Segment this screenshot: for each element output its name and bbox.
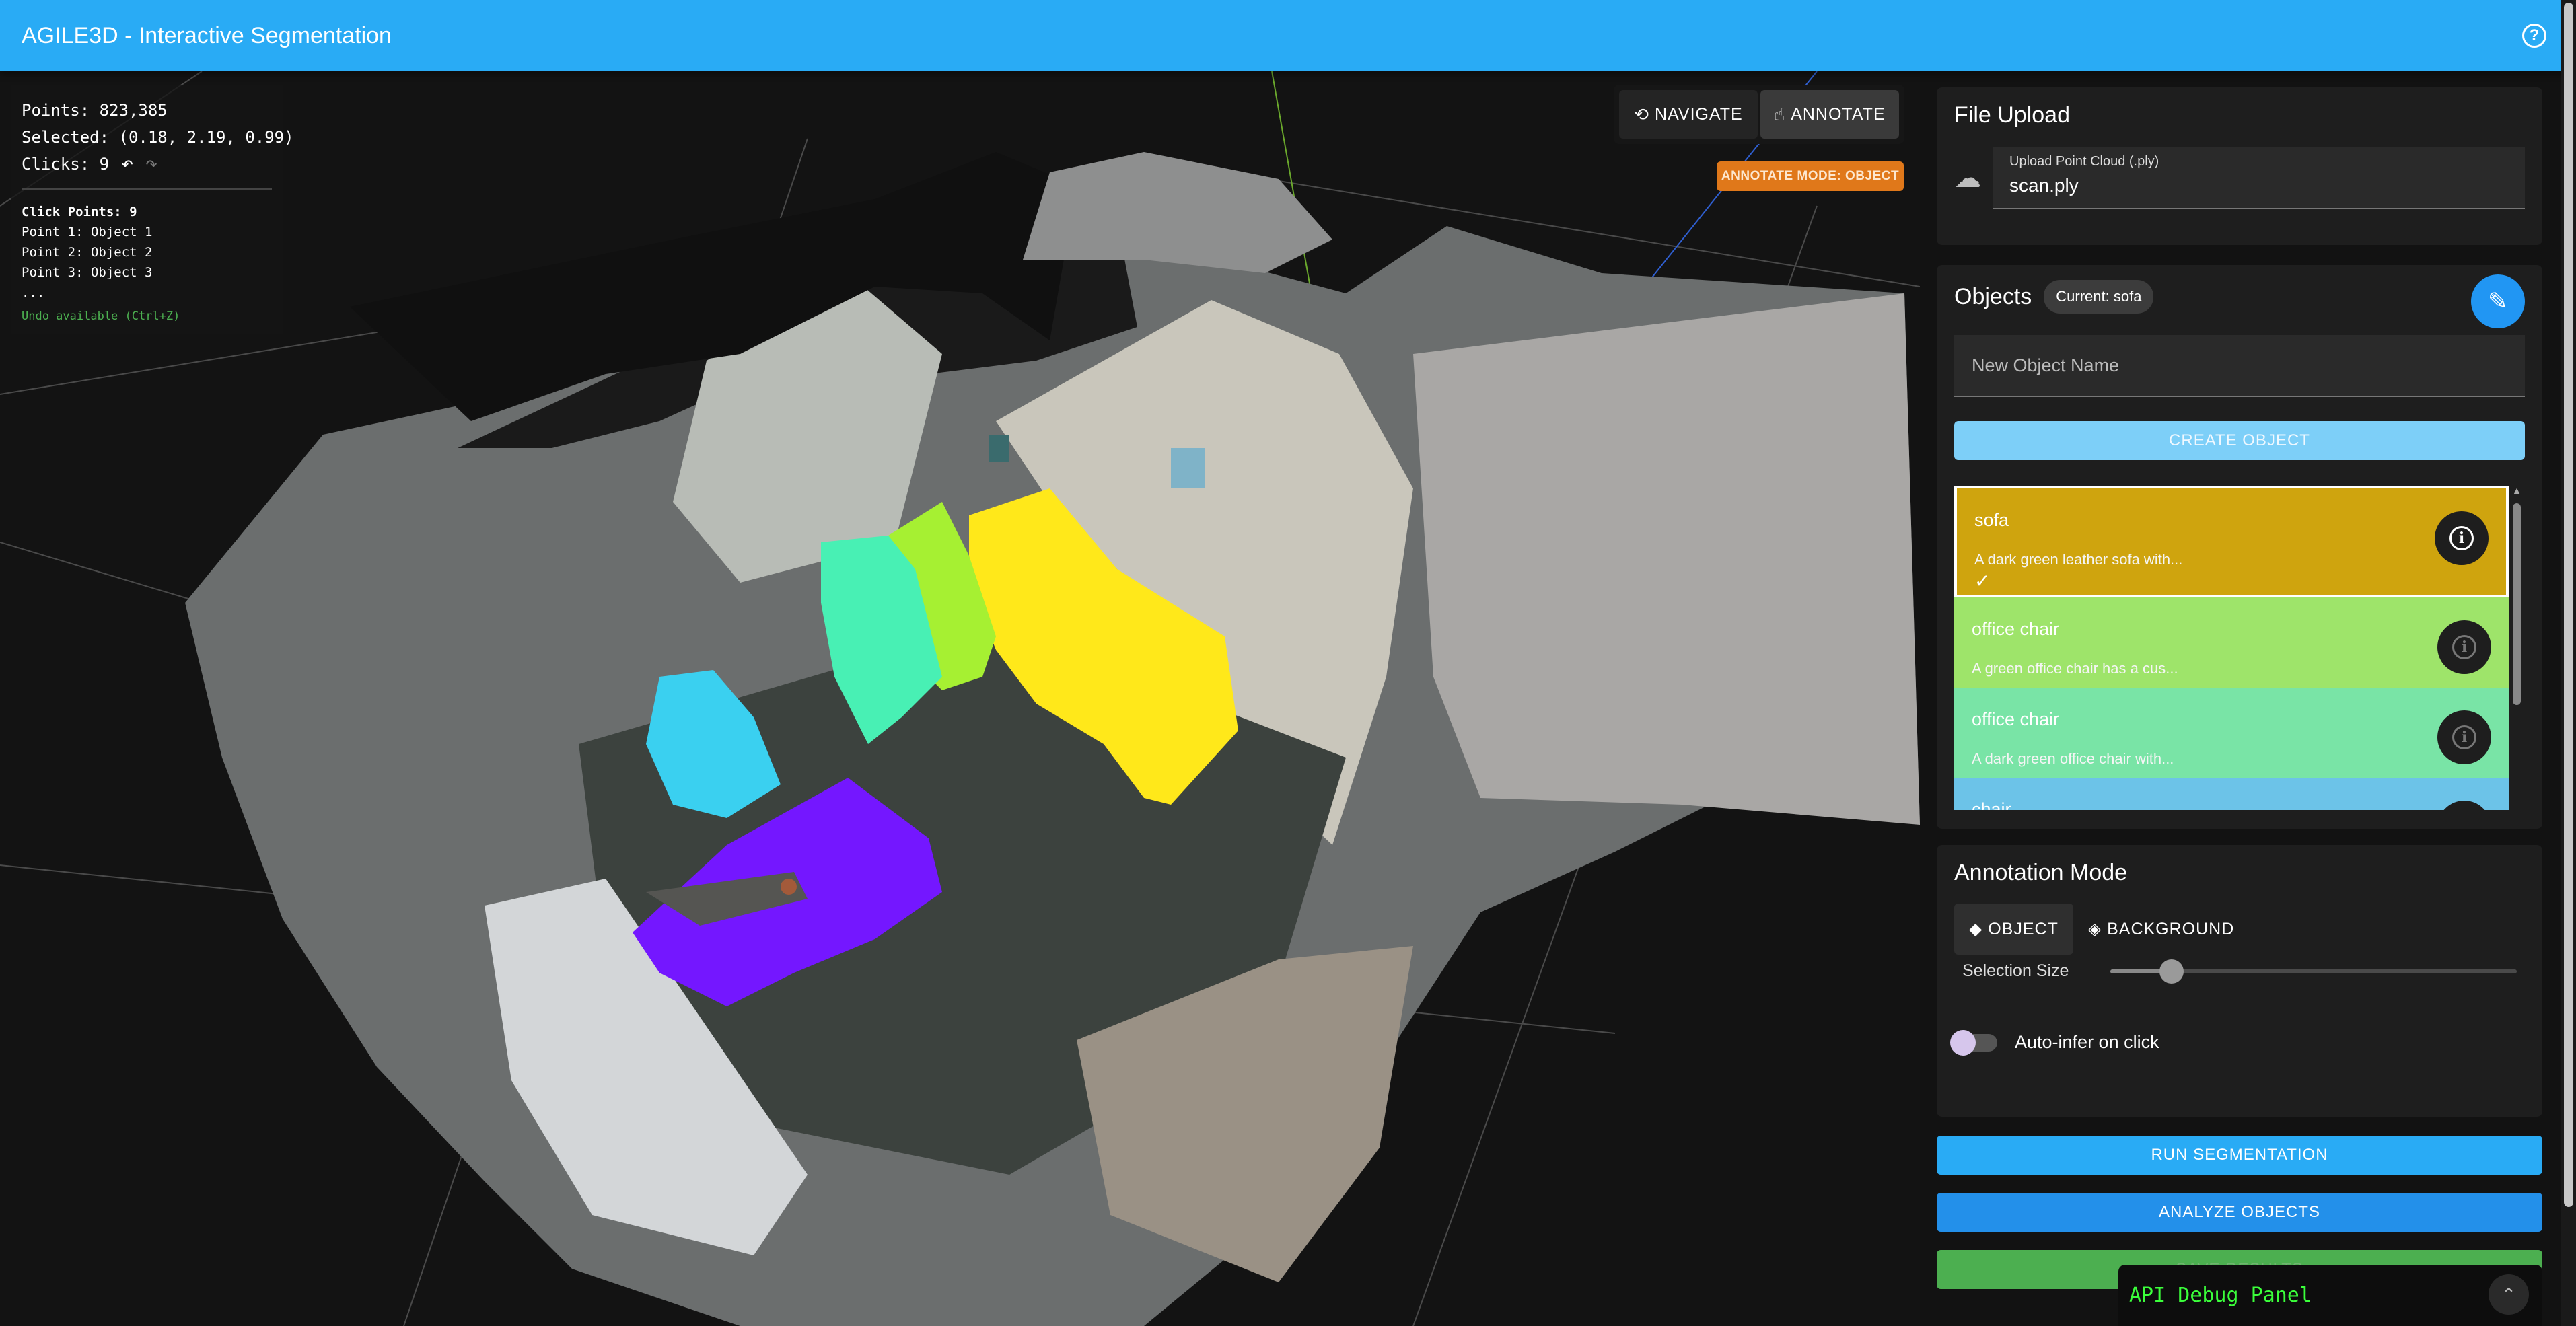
auto-infer-switch[interactable]	[1950, 1029, 1997, 1056]
shapes-icon: ◆	[1969, 920, 1983, 938]
chevron-up-icon[interactable]: ⌃	[2489, 1274, 2529, 1315]
selection-size-thumb[interactable]	[2159, 959, 2184, 984]
object-name: chair	[1972, 799, 2011, 810]
navigate-label: NAVIGATE	[1655, 104, 1743, 124]
eraser-icon: ◈	[2087, 920, 2102, 938]
point-cloud-file-input[interactable]: Upload Point Cloud (.ply) scan.ply	[1993, 147, 2525, 209]
click-marker	[781, 879, 797, 895]
page-scrollbar[interactable]	[2561, 0, 2576, 1326]
point-cloud-viewport[interactable]: Points: 823,385 Selected: (0.18, 2.19, 0…	[0, 71, 1920, 1326]
annotation-mode-title: Annotation Mode	[1954, 860, 2128, 885]
file-upload-title: File Upload	[1954, 102, 2070, 128]
points-count: Points: 823,385	[22, 101, 168, 120]
analyze-objects-button[interactable]: ANALYZE OBJECTS	[1937, 1193, 2542, 1232]
chat-bubble-icon[interactable]: ✎	[2471, 274, 2525, 328]
cloud-upload-icon[interactable]: ☁	[1954, 163, 1993, 194]
annotate-mode-chip: ANNOTATE MODE: OBJECT	[1717, 161, 1904, 191]
scroll-up-icon[interactable]: ▲	[2509, 486, 2525, 498]
object-item-chair[interactable]: chair i	[1954, 778, 2509, 810]
viewer-info-panel: Points: 823,385 Selected: (0.18, 2.19, 0…	[11, 85, 294, 334]
objects-title: Objects	[1954, 283, 2032, 309]
info-icon[interactable]: i	[2435, 511, 2489, 565]
objects-panel: Objects Current: sofa ✎ New Object Name …	[1937, 265, 2542, 829]
navigate-button[interactable]: ⟲ NAVIGATE	[1619, 90, 1758, 139]
new-object-name-input[interactable]: New Object Name	[1954, 335, 2525, 397]
page-scrollbar-thumb[interactable]	[2564, 3, 2573, 1207]
object-name: office chair	[1972, 709, 2060, 729]
file-input-value: scan.ply	[2009, 175, 2079, 196]
current-object-chip: Current: sofa	[2044, 280, 2154, 314]
room-point-cloud	[185, 152, 1920, 1326]
object-list[interactable]: sofa A dark green leather sofa with... ✓…	[1954, 486, 2525, 810]
help-circle-icon[interactable]: ?	[2522, 24, 2546, 48]
click-point-item: Point 3: Object 3	[22, 265, 153, 280]
selection-size-slider[interactable]	[2110, 959, 2517, 984]
object-description: A green office chair has a cus...	[1972, 660, 2178, 677]
api-debug-panel[interactable]: API Debug Panel ⌃	[2118, 1265, 2542, 1326]
create-object-button[interactable]: CREATE OBJECT	[1954, 421, 2525, 460]
annotation-mode-panel: Annotation Mode ◆ OBJECT ◈ BACKGROUND Se…	[1937, 845, 2542, 1117]
annotate-label: ANNOTATE	[1791, 104, 1886, 124]
click-point-item: Point 1: Object 1	[22, 225, 153, 240]
info-divider	[22, 188, 272, 190]
background-mode-button[interactable]: ◈ BACKGROUND	[2073, 904, 2249, 955]
touch-click-icon: ☝	[1774, 104, 1786, 124]
rotate-3d-icon: ⟲	[1634, 104, 1650, 124]
file-upload-panel: File Upload ☁ Upload Point Cloud (.ply) …	[1937, 87, 2542, 245]
selected-coordinate: Selected: (0.18, 2.19, 0.99)	[22, 128, 294, 147]
click-points-title: Click Points: 9	[22, 205, 137, 219]
object-description: A dark green leather sofa with...	[1974, 551, 2183, 568]
object-item-sofa[interactable]: sofa A dark green leather sofa with... ✓…	[1954, 486, 2509, 597]
clicks-count: Clicks: 9	[22, 155, 110, 174]
file-input-label: Upload Point Cloud (.ply)	[2009, 154, 2159, 169]
undo-icon[interactable]: ↶	[121, 151, 133, 178]
info-icon[interactable]: i	[2437, 710, 2491, 764]
object-list-scroll-thumb[interactable]	[2513, 503, 2521, 705]
object-name: office chair	[1972, 619, 2060, 639]
click-point-more: ...	[22, 285, 45, 300]
object-name: sofa	[1974, 510, 2009, 530]
switch-thumb	[1950, 1029, 1976, 1056]
object-item-office-chair[interactable]: office chair A green office chair has a …	[1954, 597, 2509, 688]
object-item-office-chair-2[interactable]: office chair A dark green office chair w…	[1954, 688, 2509, 778]
info-icon[interactable]: i	[2437, 620, 2491, 674]
object-description: A dark green office chair with...	[1972, 750, 2174, 767]
clicks-row: Clicks: 9 ↶ ↷	[22, 151, 272, 178]
object-mode-button[interactable]: ◆ OBJECT	[1954, 904, 2073, 955]
click-point-item: Point 2: Object 2	[22, 245, 153, 260]
auto-infer-label: Auto-infer on click	[2015, 1032, 2159, 1052]
api-debug-label: API Debug Panel	[2129, 1284, 2312, 1307]
point-cloud-scene[interactable]	[0, 71, 1920, 1326]
selection-size-label: Selection Size	[1962, 961, 2069, 980]
app-title: AGILE3D - Interactive Segmentation	[22, 22, 392, 48]
object-mode-label: OBJECT	[1988, 919, 2059, 938]
redo-icon[interactable]: ↷	[145, 151, 157, 178]
app-bar: AGILE3D - Interactive Segmentation ?	[0, 0, 2576, 71]
object-list-scrollbar[interactable]: ▲	[2509, 486, 2525, 810]
annotate-button[interactable]: ☝ ANNOTATE	[1760, 90, 1899, 139]
run-segmentation-button[interactable]: RUN SEGMENTATION	[1937, 1136, 2542, 1175]
view-mode-toggle: ⟲ NAVIGATE ☝ ANNOTATE	[1614, 85, 1904, 144]
check-icon: ✓	[1974, 570, 1991, 591]
undo-hint: Undo available (Ctrl+Z)	[22, 309, 180, 323]
background-mode-label: BACKGROUND	[2107, 919, 2235, 938]
